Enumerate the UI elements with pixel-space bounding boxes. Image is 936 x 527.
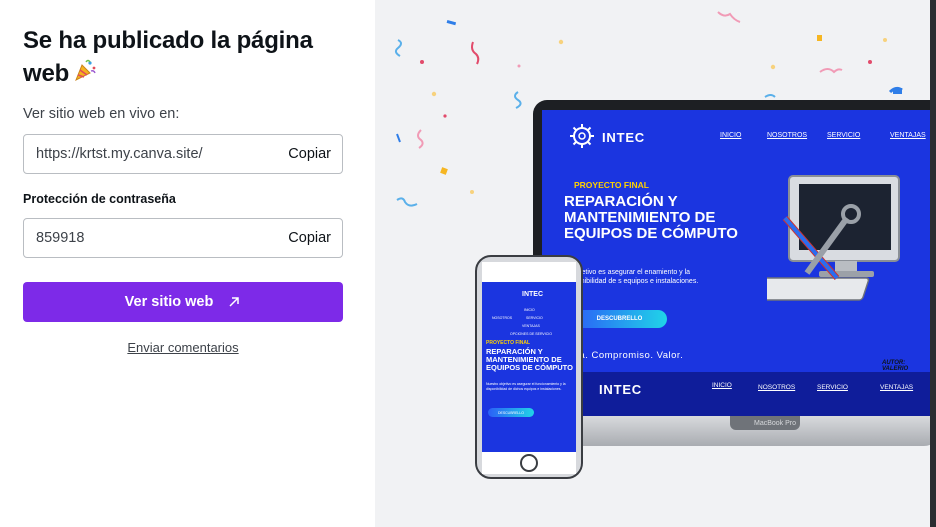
preview-nav-ventajas: VENTAJAS <box>890 132 926 139</box>
preview-cta: DESCUBRELLO <box>572 310 667 328</box>
site-url-value[interactable]: https://krtst.my.canva.site/ <box>36 146 203 162</box>
computer-illustration <box>767 175 900 301</box>
phone-headline: REPARACIÓN Y MANTENIMIENTO DE EQUIPOS DE… <box>486 347 573 372</box>
footer-nav-servicio: SERVICIO <box>817 384 848 391</box>
scrollbar[interactable] <box>930 0 936 527</box>
publish-panel: Se ha publicado la página web Ver sitio … <box>0 0 375 527</box>
preview-logo: INTEC <box>602 130 645 145</box>
phone-cta: DESCUBRELLO <box>488 408 534 417</box>
preview-signature: AUTOR: VALERIO <box>882 360 909 372</box>
external-arrow-icon <box>227 295 241 309</box>
preview-nav-servicio: SERVICIO <box>827 132 861 139</box>
phone-nav-ventajas: VENTAJAS <box>522 324 540 328</box>
preview-nav-nosotros: NOSOTROS <box>767 132 808 139</box>
phone-logo: INTEC <box>522 291 543 298</box>
password-field[interactable]: 859918 Copiar <box>23 218 343 258</box>
phone-top-bezel <box>482 262 576 282</box>
password-protection-label: Protección de contraseña <box>23 192 176 206</box>
footer-nav-inicio: INICIO <box>712 382 732 389</box>
password-value[interactable]: 859918 <box>36 230 84 246</box>
send-feedback-link[interactable]: Enviar comentarios <box>0 340 366 355</box>
footer-nav-ventajas: VENTAJAS <box>880 384 914 391</box>
page-title: Se ha publicado la página web <box>23 24 343 91</box>
preview-nav-inicio: INICIO <box>720 132 742 139</box>
phone-body: Nuestro objetivo es asegurar el funciona… <box>486 382 566 391</box>
phone-nav-opciones: OPCIONES DE SERVICIO <box>510 332 552 336</box>
party-popper-icon <box>73 58 97 91</box>
copy-password-button[interactable]: Copiar <box>288 230 331 246</box>
laptop-screen-preview: INTEC INICIO NOSOTROS SERVICIO VENTAJAS … <box>542 110 930 416</box>
phone-home-button <box>520 454 538 472</box>
laptop-brand-label: MacBook Pro <box>753 420 797 427</box>
phone-nav-nosotros: NOSOTROS <box>492 316 513 320</box>
view-site-label: Ver sitio web <box>124 294 214 310</box>
preview-footer-logo: INTEC <box>599 382 642 397</box>
preview-kicker: PROYECTO FINAL <box>574 180 649 190</box>
phone-nav-inicio: INICIO <box>524 308 535 312</box>
phone-nav-servicio: SERVICIO <box>526 316 543 320</box>
page-title-text: Se ha publicado la página web <box>23 27 313 87</box>
site-url-field[interactable]: https://krtst.my.canva.site/ Copiar <box>23 134 343 174</box>
preview-headline: REPARACIÓN Y MANTENIMIENTO DE EQUIPOS DE… <box>564 193 738 242</box>
view-site-button[interactable]: Ver sitio web <box>23 282 343 322</box>
copy-url-button[interactable]: Copiar <box>288 146 331 162</box>
phone-screen-preview: INTEC INICIO NOSOTROS SERVICIO VENTAJAS … <box>482 282 576 452</box>
preview-panel: INTEC INICIO NOSOTROS SERVICIO VENTAJAS … <box>375 0 930 527</box>
live-site-label: Ver sitio web en vivo en: <box>23 106 180 122</box>
gear-icon <box>568 122 596 155</box>
preview-body: ro objetivo es asegurar el enamiento y l… <box>564 269 699 285</box>
footer-nav-nosotros: NOSOTROS <box>758 384 796 391</box>
phone-kicker: PROYECTO FINAL <box>486 340 531 346</box>
